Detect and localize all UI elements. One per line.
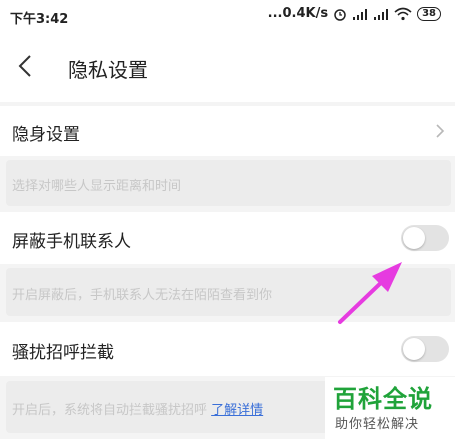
watermark-logo: 百科全说 助你轻松解决 [325, 377, 455, 439]
annotation-arrow-icon [338, 262, 402, 324]
watermark-subtitle: 助你轻松解决 [335, 417, 420, 432]
watermark-title: 百科全说 [333, 385, 433, 413]
